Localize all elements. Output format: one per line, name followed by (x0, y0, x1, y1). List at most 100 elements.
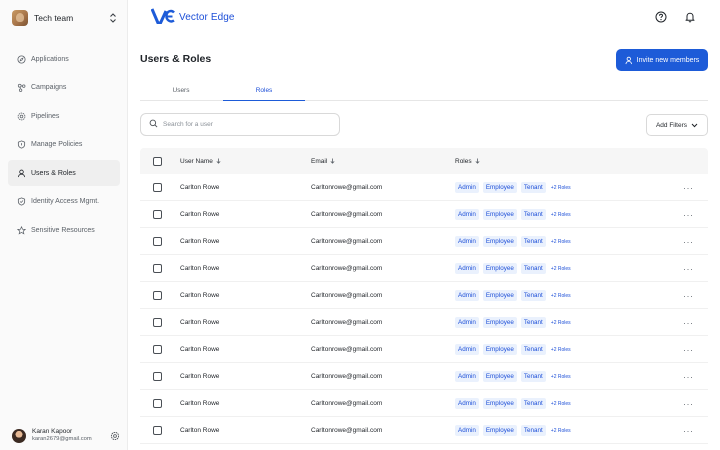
more-roles-link[interactable]: +2 Roles (551, 266, 571, 272)
column-label: Email (311, 157, 328, 165)
more-horizontal-icon[interactable]: ··· (683, 183, 694, 193)
email-cell: Carltonrowe@gmail.com (311, 211, 383, 218)
role-badge: Tenant (520, 290, 546, 301)
column-header-roles[interactable]: Roles (455, 148, 480, 174)
more-horizontal-icon[interactable]: ··· (683, 399, 694, 409)
table-row[interactable]: Carlton Rowe Carltonrowe@gmail.com Admin Em… (140, 363, 708, 390)
sidebar-item-sensitive-resources[interactable]: Sensitive Resources (8, 218, 120, 244)
more-horizontal-icon[interactable]: ··· (683, 345, 694, 355)
tab-roles[interactable]: Roles (223, 82, 305, 101)
row-checkbox[interactable] (153, 264, 162, 273)
invite-members-button[interactable]: Invite new members (616, 49, 708, 71)
brand-logo[interactable]: Vector Edge (150, 8, 235, 26)
user-name-cell: Carlton Rowe (180, 400, 220, 407)
row-checkbox[interactable] (153, 210, 162, 219)
add-filters-button[interactable]: Add Filters (646, 114, 708, 136)
column-label: Roles (455, 157, 472, 165)
table-body: Carlton Rowe Carltonrowe@gmail.com Admin Em… (140, 174, 708, 444)
roles-cell: Admin Employee Tenant +2 Roles (455, 201, 571, 228)
help-icon[interactable] (655, 11, 667, 23)
row-actions[interactable]: ··· (683, 336, 694, 363)
more-horizontal-icon[interactable]: ··· (683, 291, 694, 301)
more-roles-link[interactable]: +2 Roles (551, 347, 571, 353)
row-checkbox[interactable] (153, 237, 162, 246)
more-roles-link[interactable]: +2 Roles (551, 428, 571, 434)
role-badge: Admin (455, 182, 479, 193)
row-checkbox[interactable] (153, 426, 162, 435)
gear-icon[interactable] (110, 431, 120, 441)
row-actions[interactable]: ··· (683, 309, 694, 336)
table-row[interactable]: Carlton Rowe Carltonrowe@gmail.com Admin Em… (140, 255, 708, 282)
column-header-email[interactable]: Email (311, 148, 335, 174)
table-row[interactable]: Carlton Rowe Carltonrowe@gmail.com Admin Em… (140, 228, 708, 255)
vector-edge-logo-icon (150, 8, 175, 26)
table-row[interactable]: Carlton Rowe Carltonrowe@gmail.com Admin Em… (140, 417, 708, 444)
row-actions[interactable]: ··· (683, 228, 694, 255)
row-actions[interactable]: ··· (683, 363, 694, 390)
more-roles-link[interactable]: +2 Roles (551, 401, 571, 407)
more-roles-link[interactable]: +2 Roles (551, 212, 571, 218)
role-badge: Admin (455, 371, 479, 382)
row-checkbox[interactable] (153, 318, 162, 327)
row-select-cell (153, 228, 162, 255)
email-cell: Carltonrowe@gmail.com (311, 319, 383, 326)
row-actions[interactable]: ··· (683, 282, 694, 309)
row-select-cell (153, 417, 162, 444)
current-user[interactable]: Karan Kapoor karan2679@gmail.com (12, 426, 120, 446)
more-roles-link[interactable]: +2 Roles (551, 239, 571, 245)
select-all-checkbox[interactable] (153, 156, 162, 166)
row-checkbox[interactable] (153, 291, 162, 300)
roles-cell: Admin Employee Tenant +2 Roles (455, 363, 571, 390)
table-row[interactable]: Carlton Rowe Carltonrowe@gmail.com Admin Em… (140, 309, 708, 336)
row-checkbox[interactable] (153, 399, 162, 408)
row-actions[interactable]: ··· (683, 201, 694, 228)
table-row[interactable]: Carlton Rowe Carltonrowe@gmail.com Admin Em… (140, 336, 708, 363)
row-checkbox[interactable] (153, 372, 162, 381)
row-checkbox[interactable] (153, 345, 162, 354)
sidebar-item-label: Users & Roles (31, 169, 76, 177)
search-box[interactable] (140, 113, 340, 136)
more-horizontal-icon[interactable]: ··· (683, 264, 694, 274)
column-header-user-name[interactable]: User Name (180, 148, 221, 174)
user-name-cell: Carlton Rowe (180, 292, 220, 299)
sort-arrow-icon (330, 158, 335, 164)
more-roles-link[interactable]: +2 Roles (551, 293, 571, 299)
bell-icon[interactable] (684, 11, 696, 23)
more-roles-link[interactable]: +2 Roles (551, 374, 571, 380)
row-actions[interactable]: ··· (683, 174, 694, 201)
more-horizontal-icon[interactable]: ··· (683, 426, 694, 436)
row-actions[interactable]: ··· (683, 390, 694, 417)
team-switcher[interactable]: Tech team (12, 9, 118, 27)
search-input[interactable] (163, 121, 333, 128)
more-horizontal-icon[interactable]: ··· (683, 210, 694, 220)
user-name-cell: Carlton Rowe (180, 427, 220, 434)
roles-cell: Admin Employee Tenant +2 Roles (455, 390, 571, 417)
row-select-cell (153, 309, 162, 336)
user-info: Karan Kapoor karan2679@gmail.com (32, 428, 92, 443)
table-row[interactable]: Carlton Rowe Carltonrowe@gmail.com Admin Em… (140, 390, 708, 417)
chevron-up-down-icon[interactable] (108, 11, 118, 25)
more-horizontal-icon[interactable]: ··· (683, 318, 694, 328)
row-checkbox[interactable] (153, 183, 162, 192)
row-actions[interactable]: ··· (683, 255, 694, 282)
role-badge: Employee (482, 209, 517, 220)
more-roles-link[interactable]: +2 Roles (551, 185, 571, 191)
tab-users[interactable]: Users (140, 82, 222, 101)
sidebar-item-identity-access[interactable]: Identity Access Mgmt. (8, 189, 120, 215)
table-row[interactable]: Carlton Rowe Carltonrowe@gmail.com Admin Em… (140, 282, 708, 309)
sidebar-item-users-roles[interactable]: Users & Roles (8, 160, 120, 187)
sort-arrow-icon (475, 158, 480, 164)
roles-cell: Admin Employee Tenant +2 Roles (455, 417, 571, 444)
row-actions[interactable]: ··· (683, 417, 694, 444)
roles-cell: Admin Employee Tenant +2 Roles (455, 309, 571, 336)
compass-icon (17, 54, 26, 64)
sidebar-item-applications[interactable]: Applications (8, 46, 120, 72)
sidebar-item-pipelines[interactable]: Pipelines (8, 103, 120, 129)
sidebar-item-manage-policies[interactable]: Manage Policies (8, 132, 120, 158)
more-roles-link[interactable]: +2 Roles (551, 320, 571, 326)
more-horizontal-icon[interactable]: ··· (683, 237, 694, 247)
table-row[interactable]: Carlton Rowe Carltonrowe@gmail.com Admin Em… (140, 201, 708, 228)
table-row[interactable]: Carlton Rowe Carltonrowe@gmail.com Admin Em… (140, 174, 708, 201)
sidebar-item-campaigns[interactable]: Campaigns (8, 75, 120, 101)
more-horizontal-icon[interactable]: ··· (683, 372, 694, 382)
